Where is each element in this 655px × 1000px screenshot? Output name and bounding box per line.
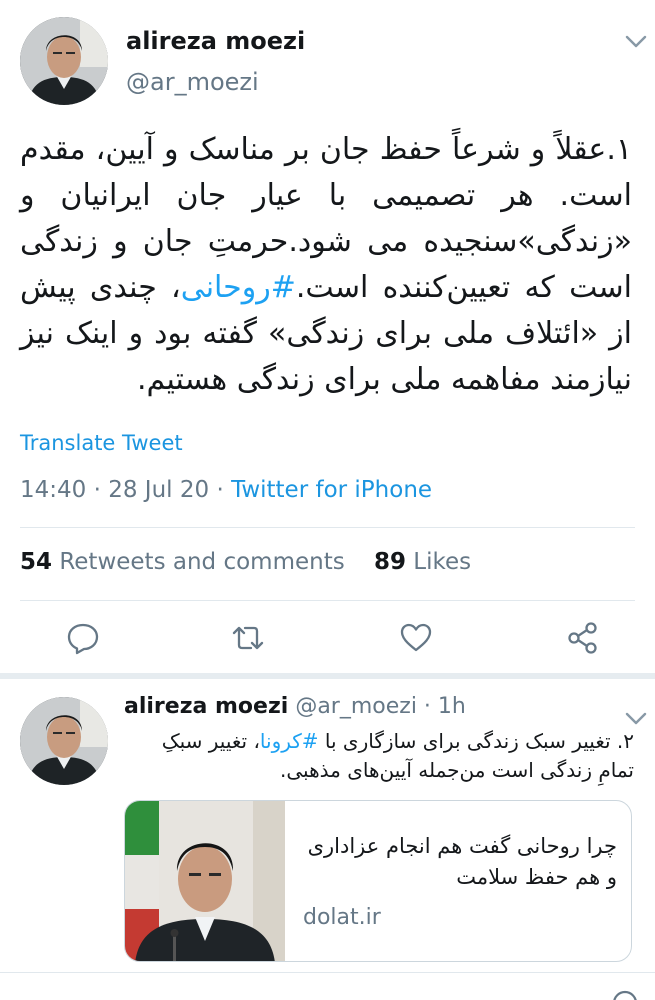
tweet-date: 28 Jul 20	[108, 477, 210, 503]
retweets-stat[interactable]: 54 Retweets and comments	[20, 549, 345, 575]
reply-icon	[67, 623, 99, 655]
meta-separator: ·	[86, 477, 109, 503]
author-name[interactable]: alireza moezi	[124, 694, 288, 719]
main-tweet: alireza moezi @ar_moezi ۱.عقلاً و شرعاً …	[0, 0, 655, 678]
chevron-down-icon[interactable]	[625, 35, 647, 49]
author-handle[interactable]: @ar_moezi	[295, 694, 417, 719]
divider	[20, 600, 635, 601]
heart-icon	[400, 623, 432, 652]
tweet-stats: 54 Retweets and comments 89 Likes	[20, 549, 471, 575]
card-title: چرا روحانی گفت هم انجام عزاداری و هم حفظ…	[307, 834, 617, 889]
card-thumbnail	[125, 801, 285, 961]
reply-button[interactable]	[66, 621, 100, 655]
avatar[interactable]	[20, 17, 108, 105]
avatar-image	[20, 697, 108, 785]
avatar[interactable]	[20, 697, 108, 785]
reply-icon[interactable]	[610, 988, 640, 1000]
likes-stat[interactable]: 89 Likes	[374, 549, 471, 575]
tweet-time[interactable]: · 1h	[417, 694, 466, 719]
meta-separator: ·	[209, 477, 232, 503]
author-name[interactable]: alireza moezi	[126, 27, 305, 55]
author-handle[interactable]: @ar_moezi	[126, 68, 259, 96]
like-button[interactable]	[399, 621, 433, 655]
tweet-time: 14:40	[20, 477, 87, 503]
tweet-source-link[interactable]: Twitter for iPhone	[231, 477, 432, 503]
card-domain: dolat.ir	[303, 905, 381, 930]
likes-label: Likes	[413, 549, 472, 575]
chevron-down-icon[interactable]	[625, 712, 647, 726]
tweet-meta: 14:40 · 28 Jul 20 · Twitter for iPhone	[20, 477, 432, 503]
hashtag-link[interactable]: #روحانی	[181, 270, 296, 305]
link-card[interactable]: چرا روحانی گفت هم انجام عزاداری و هم حفظ…	[124, 800, 632, 962]
share-button[interactable]	[566, 621, 600, 655]
retweet-button[interactable]	[231, 621, 265, 655]
retweets-label: Retweets and comments	[59, 549, 345, 575]
retweet-icon	[232, 626, 264, 650]
retweets-count: 54	[20, 549, 53, 575]
tweet-header: alireza moezi @ar_moezi · 1h	[124, 694, 466, 719]
tweet-text: ۲. تغییر سبک زندگی برای سازگاری با #کرون…	[124, 727, 634, 785]
likes-count: 89	[373, 549, 406, 575]
share-icon	[568, 622, 597, 654]
divider	[20, 527, 635, 528]
avatar-image	[20, 17, 108, 105]
divider	[0, 972, 655, 973]
tweet-text-part: ۲. تغییر سبک زندگی برای سازگاری با	[318, 729, 634, 753]
translate-tweet-link[interactable]: Translate Tweet	[20, 431, 183, 455]
hashtag-link[interactable]: #کرونا	[260, 729, 319, 753]
tweet-text: ۱.عقلاً و شرعاً حفظ جان بر مناسک و آیین،…	[20, 127, 632, 403]
section-separator	[0, 673, 655, 679]
